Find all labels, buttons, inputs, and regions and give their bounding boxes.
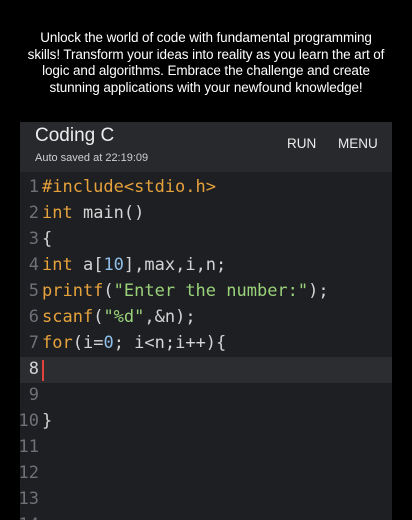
line-number: 10 [20,411,39,431]
line-number: 14 [20,515,39,520]
code-text: } [42,411,52,431]
code-line[interactable]: 6 scanf("%d",&n); [20,305,392,331]
code-line[interactable]: 2 int main() [20,201,392,227]
code-line[interactable]: 12 [20,461,392,487]
code-token: ; i<n;i++){ [113,333,227,353]
code-token: ,&n); [144,307,196,327]
code-line[interactable]: 5 printf("Enter the number:"); [20,279,392,305]
code-token: ( [93,307,104,327]
line-number: 9 [28,385,39,405]
line-number: 3 [28,229,39,249]
line-number: 8 [28,359,39,379]
code-token: (i= [72,333,104,353]
code-token: #include<stdio.h> [42,177,216,197]
code-text: #include<stdio.h> [42,177,216,197]
code-line[interactable]: 1 #include<stdio.h> [20,175,392,201]
code-editor[interactable]: 1 #include<stdio.h> 2 int main() 3{4 int a[10… [20,172,392,520]
code-text: scanf("%d",&n); [42,307,196,327]
code-line[interactable]: 10} [20,409,392,435]
code-line[interactable]: 3{ [20,227,392,253]
code-token: a[ [72,255,104,275]
code-text: { [42,229,52,249]
caption-line: Unlock the world of code with fundamenta… [40,30,372,45]
code-token: } [42,411,53,431]
line-number: 13 [20,489,39,509]
code-token: int [42,203,73,223]
line-number: 5 [28,281,39,301]
code-token: "%d" [103,307,145,327]
code-line[interactable]: 14 [20,513,392,520]
line-number: 7 [28,333,39,353]
code-text: printf("Enter the number:"); [42,281,329,301]
code-token: for [42,333,73,353]
code-token: { [42,229,53,249]
app-title: Coding C [35,125,115,146]
code-token: scanf [42,307,94,327]
code-line[interactable]: 7 for(i=0; i<n;i++){ [20,331,392,357]
code-text: int main() [42,203,144,223]
line-number: 4 [28,255,39,275]
line-number: 6 [28,307,39,327]
code-token: printf [42,281,104,301]
code-token: 10 [103,255,124,275]
autosave-status: Auto saved at 22:19:09 [35,152,149,164]
line-number: 2 [28,203,39,223]
code-token: ); [308,281,329,301]
caption-line: skills! Transform your ideas into realit… [27,46,385,62]
code-token: "Enter the number:" [113,281,309,301]
caption-line: logic and algorithms. Embrace the challe… [42,63,370,78]
code-token: ],max,i,n; [123,255,227,275]
code-text: int a[10],max,i,n; [42,255,226,275]
code-line[interactable]: 11 [20,435,392,461]
code-editor-app: Coding C Auto saved at 22:19:09 RUN MENU… [20,122,392,520]
caption-line: stunning applications with your newfound… [49,79,363,95]
code-text: for(i=0; i<n;i++){ [42,333,226,353]
code-line[interactable]: 13 [20,487,392,513]
code-token: int [42,255,73,275]
app-toolbar: Coding C Auto saved at 22:19:09 RUN MENU [20,122,392,172]
code-line[interactable]: 9 [20,383,392,409]
line-number: 11 [20,437,39,457]
menu-button[interactable]: MENU [338,136,378,151]
code-token: 0 [103,333,114,353]
line-number: 12 [20,463,39,483]
code-line[interactable]: 8 [20,357,392,383]
promo-caption: Unlock the world of code with fundamenta… [0,30,412,96]
text-cursor [42,360,44,381]
line-number: 1 [28,177,39,197]
code-token: ( [103,281,114,301]
run-button[interactable]: RUN [287,136,316,151]
code-line[interactable]: 4 int a[10],max,i,n; [20,253,392,279]
code-token: main() [72,203,145,223]
